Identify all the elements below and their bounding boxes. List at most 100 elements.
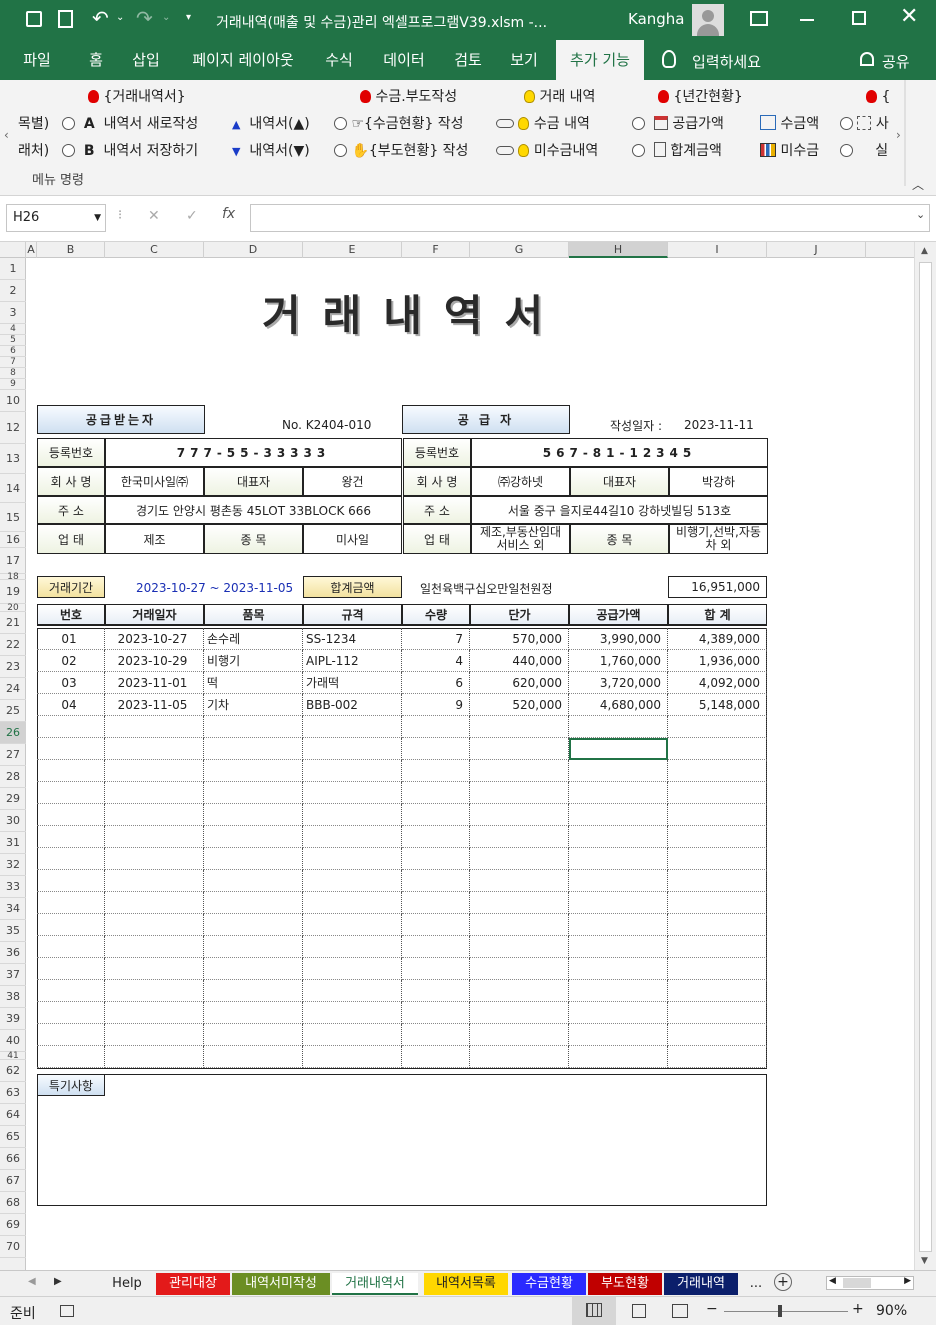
- row-header-20[interactable]: 20: [0, 604, 26, 613]
- row-header-4[interactable]: 4: [0, 324, 26, 335]
- tab-home[interactable]: 홈: [78, 40, 114, 80]
- ribbon-scroll-left-icon[interactable]: ‹: [4, 128, 9, 142]
- table-cell[interactable]: 520,000: [470, 694, 569, 716]
- row-header-19[interactable]: 19: [0, 580, 26, 604]
- table-cell[interactable]: [204, 980, 303, 1002]
- select-all[interactable]: [0, 242, 26, 258]
- row-header-31[interactable]: 31: [0, 832, 26, 854]
- table-cell[interactable]: [470, 914, 569, 936]
- table-cell[interactable]: 7: [402, 628, 470, 650]
- table-cell[interactable]: [402, 804, 470, 826]
- table-row[interactable]: [37, 1024, 767, 1046]
- row-header-34[interactable]: 34: [0, 898, 26, 920]
- table-cell[interactable]: [37, 1024, 105, 1046]
- hscroll-thumb[interactable]: [843, 1278, 871, 1288]
- menu-new-invoice[interactable]: A 내역서 새로작성: [62, 115, 198, 133]
- table-cell[interactable]: [303, 1046, 402, 1068]
- table-cell[interactable]: [569, 716, 668, 738]
- table-cell[interactable]: [668, 760, 767, 782]
- table-cell[interactable]: [402, 980, 470, 1002]
- tab-view[interactable]: 보기: [502, 40, 546, 80]
- table-row[interactable]: [37, 892, 767, 914]
- table-cell[interactable]: [470, 826, 569, 848]
- table-cell[interactable]: 5,148,000: [668, 694, 767, 716]
- table-cell[interactable]: [569, 826, 668, 848]
- tab-scroll-right-icon[interactable]: ▶: [54, 1276, 62, 1287]
- redo-dropdown-icon[interactable]: ⌄: [162, 12, 170, 23]
- add-sheet-icon[interactable]: +: [774, 1273, 792, 1291]
- table-cell[interactable]: [668, 826, 767, 848]
- menu-collection-write[interactable]: 수금.부도작성: [360, 88, 457, 106]
- column-header-f[interactable]: F: [402, 242, 470, 258]
- table-cell[interactable]: [204, 958, 303, 980]
- table-cell[interactable]: [470, 958, 569, 980]
- column-header-b[interactable]: B: [37, 242, 105, 258]
- table-cell[interactable]: 가래떡: [303, 672, 402, 694]
- worksheet[interactable]: 거래내역서 공급받는자 No. K2404-010 공 급 자 작성일자 : 2…: [26, 258, 914, 1270]
- table-cell[interactable]: [37, 980, 105, 1002]
- table-cell[interactable]: [303, 716, 402, 738]
- menu-save-invoice[interactable]: B 내역서 저장하기: [62, 142, 198, 160]
- table-cell[interactable]: 1,936,000: [668, 650, 767, 672]
- table-cell[interactable]: [402, 870, 470, 892]
- table-cell[interactable]: [303, 848, 402, 870]
- table-cell[interactable]: 떡: [204, 672, 303, 694]
- table-cell[interactable]: [303, 958, 402, 980]
- table-cell[interactable]: [402, 892, 470, 914]
- table-cell[interactable]: [668, 804, 767, 826]
- undo-icon[interactable]: ↶: [92, 6, 109, 30]
- row-header-62[interactable]: 62: [0, 1060, 26, 1082]
- scroll-up-icon[interactable]: ▲: [921, 246, 928, 256]
- table-cell[interactable]: 9: [402, 694, 470, 716]
- table-cell[interactable]: [204, 826, 303, 848]
- row-header-26[interactable]: 26: [0, 722, 26, 744]
- row-header-64[interactable]: 64: [0, 1104, 26, 1126]
- table-cell[interactable]: 2023-10-27: [105, 628, 204, 650]
- table-cell[interactable]: [668, 936, 767, 958]
- table-cell[interactable]: [204, 738, 303, 760]
- row-header-24[interactable]: 24: [0, 678, 26, 700]
- ribbon-scroll-right-icon[interactable]: ›: [896, 128, 901, 142]
- table-cell[interactable]: 1,760,000: [569, 650, 668, 672]
- tab-insert[interactable]: 삽입: [124, 40, 168, 80]
- table-cell[interactable]: [303, 936, 402, 958]
- table-row[interactable]: 01 2023-10-27 손수레 SS-1234 7 570,000 3,990,000 4…: [37, 628, 767, 650]
- tab-add-ins[interactable]: 추가 기능: [556, 40, 644, 80]
- table-cell[interactable]: 04: [37, 694, 105, 716]
- row-header-12[interactable]: 12: [0, 412, 26, 444]
- notes-box[interactable]: [37, 1074, 767, 1206]
- table-cell[interactable]: AIPL-112: [303, 650, 402, 672]
- table-cell[interactable]: [402, 958, 470, 980]
- table-cell[interactable]: [470, 848, 569, 870]
- table-cell[interactable]: [402, 1024, 470, 1046]
- menu-dishonor-status-write[interactable]: ✋{부도현황} 작성: [334, 142, 468, 160]
- table-cell[interactable]: [37, 848, 105, 870]
- scroll-down-icon[interactable]: ▼: [921, 1256, 928, 1266]
- table-cell[interactable]: [105, 958, 204, 980]
- menu-cut-item-3[interactable]: 실: [840, 142, 888, 160]
- hscroll-right-icon[interactable]: ▶: [904, 1276, 911, 1286]
- table-cell[interactable]: [402, 760, 470, 782]
- table-cell[interactable]: [668, 848, 767, 870]
- menu-transactions[interactable]: 거래 내역: [524, 88, 595, 106]
- table-cell[interactable]: [204, 716, 303, 738]
- table-cell[interactable]: BBB-002: [303, 694, 402, 716]
- row-header-70[interactable]: 70: [0, 1236, 26, 1258]
- table-cell[interactable]: 2023-11-01: [105, 672, 204, 694]
- row-header-37[interactable]: 37: [0, 964, 26, 986]
- table-cell[interactable]: 손수레: [204, 628, 303, 650]
- row-header-28[interactable]: 28: [0, 766, 26, 788]
- table-cell[interactable]: [668, 980, 767, 1002]
- table-cell[interactable]: [105, 760, 204, 782]
- collapse-ribbon-icon[interactable]: ︿: [912, 176, 924, 193]
- sheet-tab-6[interactable]: 부도현황: [588, 1273, 662, 1295]
- tell-me-input[interactable]: 입력하세요: [692, 51, 761, 72]
- table-cell[interactable]: 01: [37, 628, 105, 650]
- avatar[interactable]: [692, 4, 724, 36]
- table-cell[interactable]: [470, 892, 569, 914]
- row-header-40[interactable]: 40: [0, 1030, 26, 1052]
- row-header-16[interactable]: 16: [0, 532, 26, 548]
- table-cell[interactable]: [204, 870, 303, 892]
- name-box[interactable]: H26 ▼: [6, 204, 106, 232]
- table-cell[interactable]: [105, 848, 204, 870]
